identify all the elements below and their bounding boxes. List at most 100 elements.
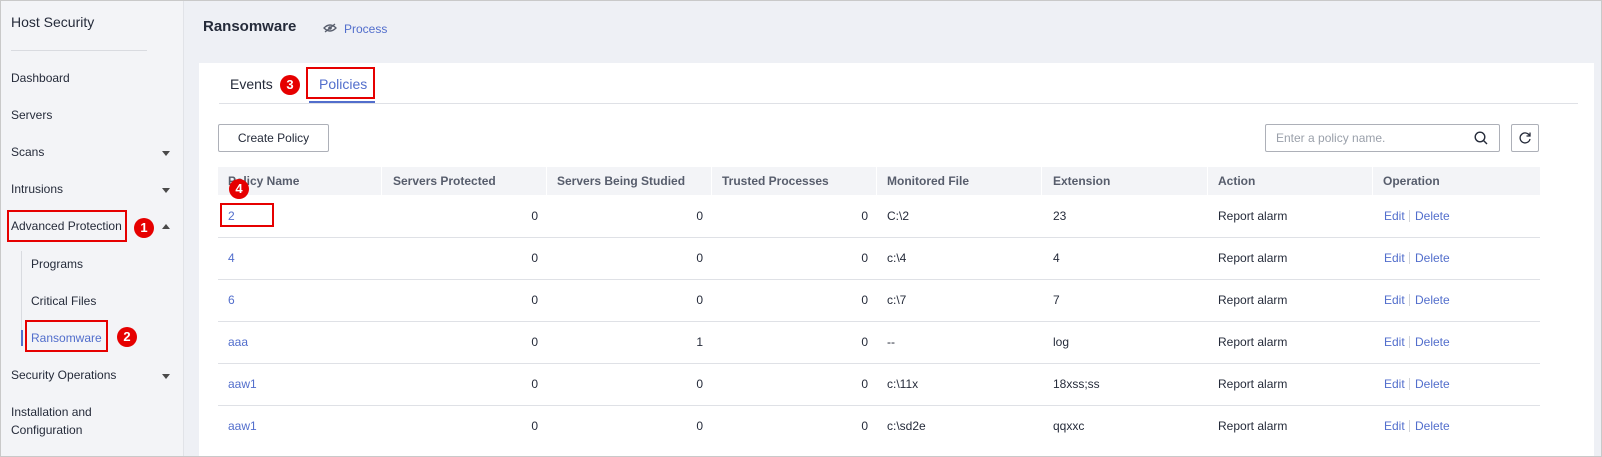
search-icon[interactable]: [1474, 131, 1488, 145]
column-separator: [1207, 167, 1208, 195]
column-separator: [1372, 167, 1373, 195]
cell-servers-being-studied: 0: [696, 377, 703, 391]
cell-action: Report alarm: [1218, 251, 1288, 265]
edit-link[interactable]: Edit: [1384, 419, 1405, 433]
policy-search-input[interactable]: [1265, 124, 1500, 152]
column-header-servers-being-studied: Servers Being Studied: [557, 174, 686, 188]
annotation-badge-3: 3: [280, 75, 300, 95]
cell-servers-being-studied: 1: [696, 335, 703, 349]
eye-hidden-icon: [323, 23, 337, 33]
annotation-badge-2: 2: [117, 327, 137, 347]
cell-monitored-file: c:\4: [887, 251, 907, 265]
edit-link[interactable]: Edit: [1384, 293, 1405, 307]
cell-servers-protected: 0: [531, 335, 538, 349]
column-header-trusted-processes: Trusted Processes: [722, 174, 829, 188]
annotation-box-advanced-protection: [7, 210, 127, 242]
cell-action: Report alarm: [1218, 377, 1288, 391]
cell-servers-protected: 0: [531, 377, 538, 391]
column-separator: [546, 167, 547, 195]
cell-servers-protected: 0: [531, 209, 538, 223]
column-header-operation: Operation: [1383, 174, 1440, 188]
delete-link[interactable]: Delete: [1415, 251, 1450, 265]
cell-trusted-processes: 0: [861, 209, 868, 223]
refresh-icon: [1519, 132, 1531, 144]
cell-servers-being-studied: 0: [696, 293, 703, 307]
cell-action: Report alarm: [1218, 209, 1288, 223]
cell-servers-being-studied: 0: [696, 209, 703, 223]
policy-name-link[interactable]: aaw1: [228, 377, 257, 391]
cell-action: Report alarm: [1218, 293, 1288, 307]
sidebar-item-intrusions[interactable]: Intrusions: [11, 182, 63, 196]
cell-action: Report alarm: [1218, 335, 1288, 349]
operation-separator: [1409, 420, 1410, 432]
cell-action: Report alarm: [1218, 419, 1288, 433]
annotation-badge-4: 4: [229, 179, 249, 199]
cell-extension: 23: [1053, 209, 1067, 223]
row-divider: [218, 405, 1540, 406]
edit-link[interactable]: Edit: [1384, 251, 1405, 265]
chevron-down-icon[interactable]: [162, 151, 170, 156]
cell-monitored-file: c:\11x: [887, 377, 919, 391]
delete-link[interactable]: Delete: [1415, 335, 1450, 349]
process-link[interactable]: Process: [344, 22, 387, 36]
column-header-monitored-file: Monitored File: [887, 174, 969, 188]
delete-link[interactable]: Delete: [1415, 209, 1450, 223]
policy-name-link[interactable]: 6: [228, 293, 235, 307]
row-divider: [218, 321, 1540, 322]
annotation-box-ransomware: [25, 320, 108, 352]
page-title: Ransomware: [203, 18, 297, 35]
column-header-extension: Extension: [1053, 174, 1111, 188]
row-divider: [218, 279, 1540, 280]
edit-link[interactable]: Edit: [1384, 377, 1405, 391]
column-header-action: Action: [1218, 174, 1256, 188]
operation-separator: [1409, 378, 1410, 390]
operation-separator: [1409, 336, 1410, 348]
sidebar-title: Host Security: [11, 14, 95, 30]
policy-name-link[interactable]: aaa: [228, 335, 248, 349]
operation-separator: [1409, 252, 1410, 264]
delete-link[interactable]: Delete: [1415, 293, 1450, 307]
cell-monitored-file: c:\7: [887, 293, 907, 307]
row-divider: [218, 237, 1540, 238]
sidebar-item-dashboard[interactable]: Dashboard: [11, 71, 70, 85]
cell-extension: 18xss;ss: [1053, 377, 1100, 391]
annotation-box-policy-name: [220, 203, 274, 227]
row-divider: [218, 363, 1540, 364]
column-separator: [1041, 167, 1042, 195]
cell-servers-being-studied: 0: [696, 251, 703, 265]
refresh-button[interactable]: [1511, 124, 1539, 152]
cell-trusted-processes: 0: [861, 251, 868, 265]
delete-link[interactable]: Delete: [1415, 419, 1450, 433]
tabs-divider: [219, 103, 1578, 104]
cell-extension: 7: [1053, 293, 1060, 307]
sidebar-item-installation-line2[interactable]: Configuration: [11, 423, 82, 437]
cell-monitored-file: --: [887, 335, 895, 349]
tab-events[interactable]: Events: [230, 76, 273, 92]
annotation-box-policies-tab: [306, 67, 375, 99]
sidebar-item-servers[interactable]: Servers: [11, 108, 52, 122]
chevron-down-icon[interactable]: [162, 374, 170, 379]
cell-trusted-processes: 0: [861, 293, 868, 307]
column-header-servers-protected: Servers Protected: [393, 174, 496, 188]
column-separator: [711, 167, 712, 195]
edit-link[interactable]: Edit: [1384, 335, 1405, 349]
submenu-guide-line: [21, 251, 22, 333]
chevron-down-icon[interactable]: [162, 188, 170, 193]
sidebar-item-security-operations[interactable]: Security Operations: [11, 368, 116, 382]
operation-separator: [1409, 210, 1410, 222]
delete-link[interactable]: Delete: [1415, 377, 1450, 391]
sidebar-subitem-critical-files[interactable]: Critical Files: [31, 294, 96, 308]
policy-name-link[interactable]: 4: [228, 251, 235, 265]
edit-link[interactable]: Edit: [1384, 209, 1405, 223]
sidebar-item-scans[interactable]: Scans: [11, 145, 44, 159]
sidebar-item-installation-line1[interactable]: Installation and: [11, 405, 92, 419]
policy-name-link[interactable]: aaw1: [228, 419, 257, 433]
cell-trusted-processes: 0: [861, 419, 868, 433]
column-separator: [876, 167, 877, 195]
sidebar-subitem-programs[interactable]: Programs: [31, 257, 83, 271]
chevron-up-icon[interactable]: [162, 224, 170, 229]
cell-trusted-processes: 0: [861, 335, 868, 349]
cell-servers-protected: 0: [531, 293, 538, 307]
create-policy-button[interactable]: Create Policy: [218, 124, 329, 152]
cell-extension: qqxxc: [1053, 419, 1085, 433]
